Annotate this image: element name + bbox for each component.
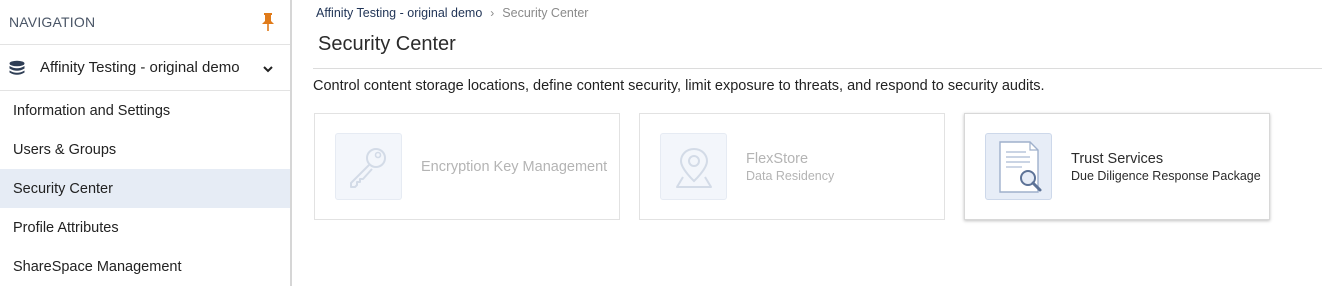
card-title: Trust Services xyxy=(1071,150,1164,167)
nav-header: NAVIGATION xyxy=(0,0,290,45)
breadcrumb-current: Security Center xyxy=(502,6,589,20)
org-selector[interactable]: Affinity Testing - original demo xyxy=(0,45,290,91)
nav-title: NAVIGATION xyxy=(9,14,96,30)
card-encryption-key-management[interactable]: Encryption Key Management xyxy=(314,113,620,220)
card-subtitle: Due Diligence Response Package xyxy=(1071,168,1261,183)
card-text: FlexStore Data Residency xyxy=(746,151,834,183)
chevron-down-icon[interactable] xyxy=(262,62,274,74)
card-text: Encryption Key Management xyxy=(421,159,607,175)
breadcrumb-root-link[interactable]: Affinity Testing - original demo xyxy=(316,6,482,20)
breadcrumb: Affinity Testing - original demo › Secur… xyxy=(316,6,588,20)
map-pin-icon xyxy=(660,133,727,200)
breadcrumb-separator: › xyxy=(490,6,495,20)
card-title: FlexStore xyxy=(746,150,809,167)
sidebar-item-security-center[interactable]: Security Center xyxy=(0,169,290,208)
card-trust-services[interactable]: Trust Services Due Diligence Response Pa… xyxy=(964,113,1270,220)
sidebar-item-users-groups[interactable]: Users & Groups xyxy=(0,130,290,169)
org-name: Affinity Testing - original demo xyxy=(40,59,240,76)
card-flexstore[interactable]: FlexStore Data Residency xyxy=(639,113,945,220)
key-icon xyxy=(335,133,402,200)
title-divider xyxy=(313,68,1322,69)
sidebar: NAVIGATION Affinity Testing - original d… xyxy=(0,0,292,286)
main-content: Affinity Testing - original demo › Secur… xyxy=(294,0,1322,286)
sidebar-item-sharespace-management[interactable]: ShareSpace Management xyxy=(0,247,290,286)
sidebar-item-information-settings[interactable]: Information and Settings xyxy=(0,91,290,130)
document-search-icon xyxy=(985,133,1052,200)
pin-icon[interactable] xyxy=(260,12,276,32)
sidebar-item-profile-attributes[interactable]: Profile Attributes xyxy=(0,208,290,247)
card-subtitle: Data Residency xyxy=(746,168,835,183)
database-icon xyxy=(8,60,26,76)
page-title: Security Center xyxy=(318,33,456,55)
card-text: Trust Services Due Diligence Response Pa… xyxy=(1071,151,1261,183)
card-title: Encryption Key Management xyxy=(421,158,608,175)
feature-cards: Encryption Key Management FlexStore Data… xyxy=(314,113,1270,220)
app-root: NAVIGATION Affinity Testing - original d… xyxy=(0,0,1322,286)
page-description: Control content storage locations, defin… xyxy=(313,78,1045,94)
